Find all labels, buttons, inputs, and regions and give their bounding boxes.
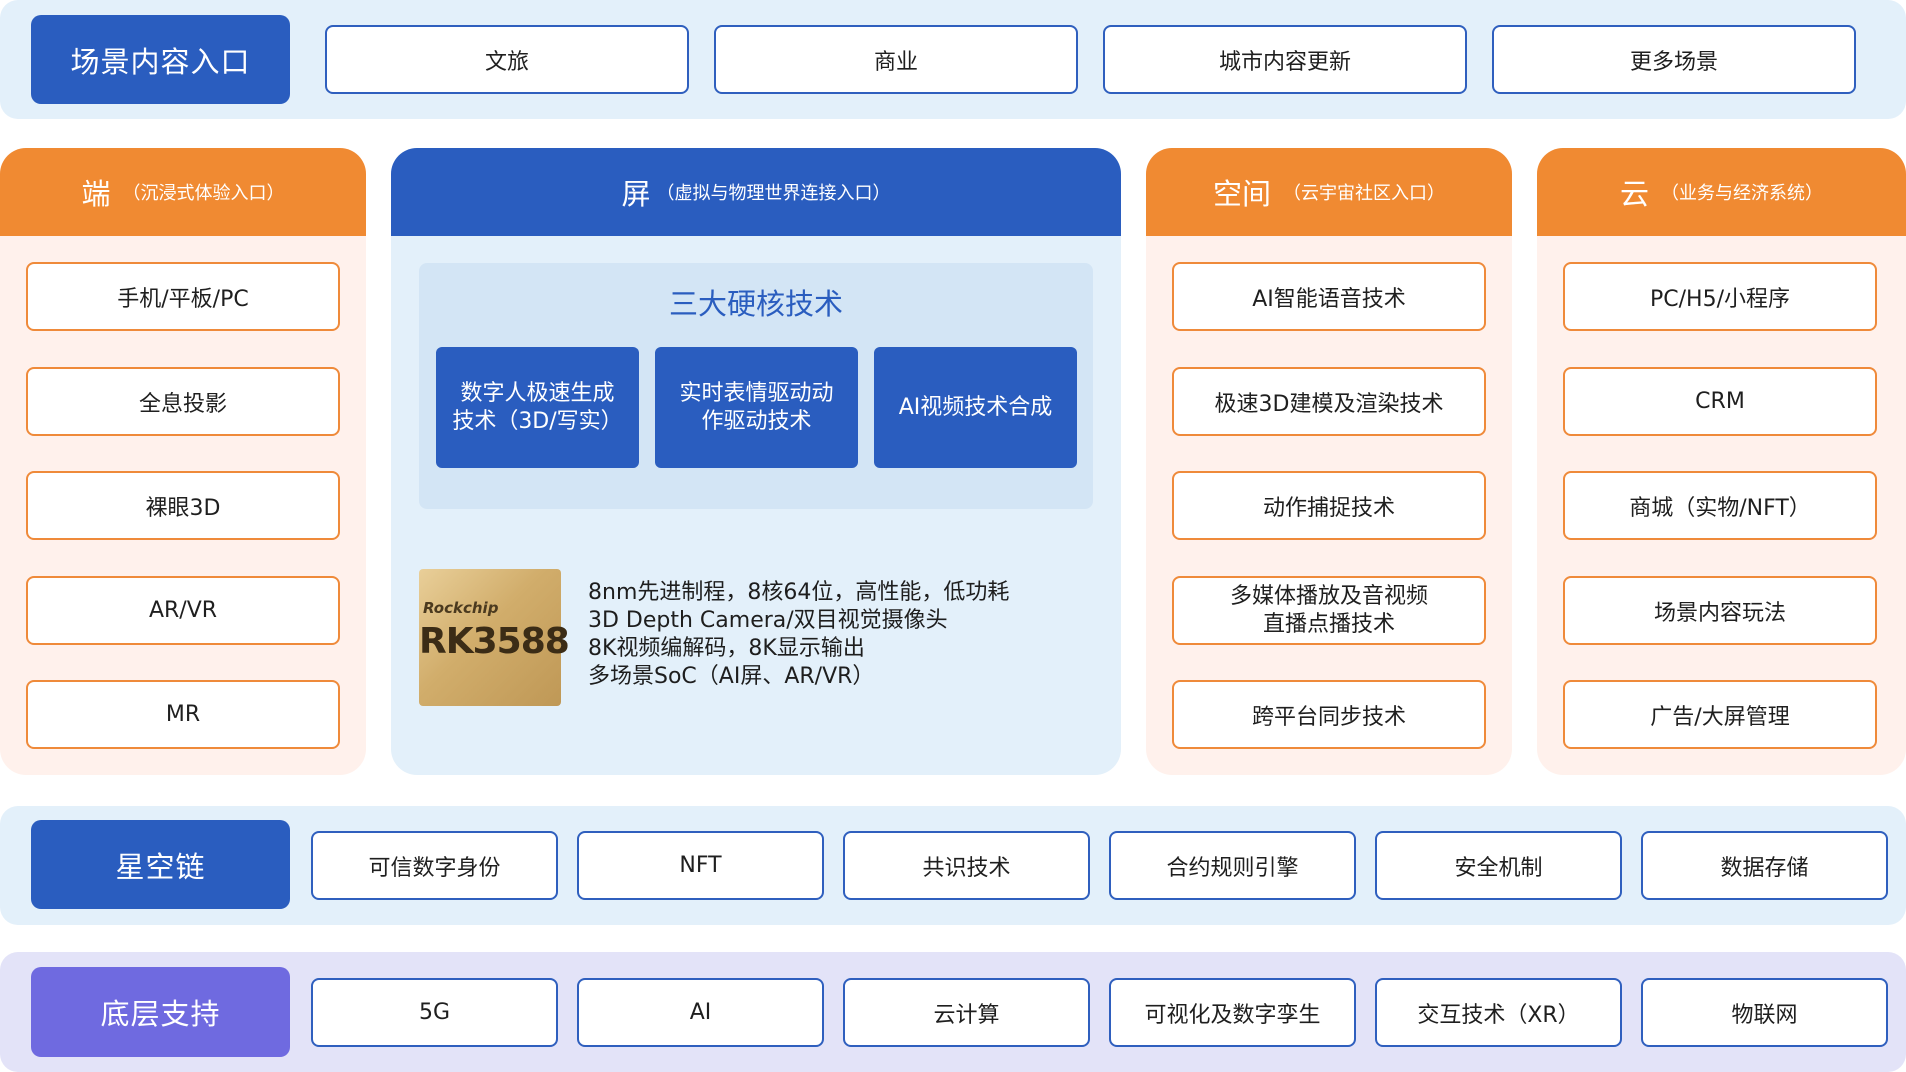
chain-label: 星空链: [31, 820, 290, 909]
chip-brand-logo: Rockchip: [423, 599, 499, 617]
tech-expression-driving-line2: 作驱动技术: [701, 408, 812, 434]
scene-item-wenlv[interactable]: 文旅: [325, 25, 689, 94]
base-item-ai[interactable]: AI: [577, 978, 824, 1047]
kongjian-item-multimedia[interactable]: 多媒体播放及音视频 直播点播技术: [1172, 576, 1486, 645]
tech-panel-title: 三大硬核技术: [668, 287, 843, 321]
base-item-cloud[interactable]: 云计算: [843, 978, 1090, 1047]
yun-item-ads-screen[interactable]: 广告/大屏管理: [1563, 680, 1877, 749]
scene-item-more[interactable]: 更多场景: [1492, 25, 1856, 94]
tech-expression-driving-line1: 实时表情驱动动: [679, 380, 834, 406]
scene-item-city-update[interactable]: 城市内容更新: [1103, 25, 1467, 94]
spec-line-soc: 多场景SoC（AI屏、AR/VR）: [588, 664, 875, 689]
duan-item-hologram[interactable]: 全息投影: [26, 367, 340, 436]
yun-item-pc-h5-miniprogram[interactable]: PC/H5/小程序: [1563, 262, 1877, 331]
tech-digital-human-line2: 技术（3D/写实）: [452, 408, 623, 434]
base-label: 底层支持: [31, 967, 290, 1057]
base-item-digital-twin[interactable]: 可视化及数字孪生: [1109, 978, 1356, 1047]
column-ping-title: 屏: [621, 177, 651, 211]
yun-item-mall[interactable]: 商城（实物/NFT）: [1563, 471, 1877, 540]
kongjian-item-multimedia-line2: 直播点播技术: [1262, 611, 1395, 637]
column-duan-title: 端: [81, 177, 111, 211]
duan-item-devices[interactable]: 手机/平板/PC: [26, 262, 340, 331]
duan-item-ar-vr[interactable]: AR/VR: [26, 576, 340, 645]
chain-item-consensus[interactable]: 共识技术: [843, 831, 1090, 900]
kongjian-item-cross-platform[interactable]: 跨平台同步技术: [1172, 680, 1486, 749]
base-item-iot[interactable]: 物联网: [1641, 978, 1888, 1047]
column-kongjian-subtitle: （云宇宙社区入口）: [1283, 183, 1445, 204]
column-ping-subtitle: （虚拟与物理世界连接入口）: [656, 183, 891, 204]
chain-item-security[interactable]: 安全机制: [1375, 831, 1622, 900]
base-item-xr[interactable]: 交互技术（XR）: [1375, 978, 1622, 1047]
chain-item-nft[interactable]: NFT: [577, 831, 824, 900]
column-duan-subtitle: （沉浸式体验入口）: [122, 183, 285, 204]
chain-item-identity[interactable]: 可信数字身份: [311, 831, 558, 900]
kongjian-item-ai-voice[interactable]: AI智能语音技术: [1172, 262, 1486, 331]
column-yun-subtitle: （业务与经济系统）: [1661, 183, 1823, 204]
duan-item-naked-eye-3d[interactable]: 裸眼3D: [26, 471, 340, 540]
chain-item-contract-engine[interactable]: 合约规则引擎: [1109, 831, 1356, 900]
column-yun-title: 云: [1619, 177, 1649, 211]
scene-label: 场景内容入口: [31, 15, 290, 104]
column-ping-header: 屏 （虚拟与物理世界连接入口）: [391, 148, 1121, 236]
chain-item-storage[interactable]: 数据存储: [1641, 831, 1888, 900]
spec-line-process: 8nm先进制程，8核64位，高性能，低功耗: [588, 580, 1010, 605]
tech-digital-human[interactable]: 数字人极速生成 技术（3D/写实）: [436, 347, 639, 468]
column-kongjian-header: 空间 （云宇宙社区入口）: [1146, 148, 1512, 236]
kongjian-item-motion-capture[interactable]: 动作捕捉技术: [1172, 471, 1486, 540]
yun-item-crm[interactable]: CRM: [1563, 367, 1877, 436]
tech-expression-driving[interactable]: 实时表情驱动动 作驱动技术: [655, 347, 858, 468]
column-kongjian-title: 空间: [1212, 177, 1271, 211]
column-duan-header: 端 （沉浸式体验入口）: [0, 148, 366, 236]
spec-line-codec: 8K视频编解码，8K显示输出: [588, 636, 865, 661]
spec-line-camera: 3D Depth Camera/双目视觉摄像头: [588, 608, 948, 633]
tech-ai-video-line1: AI视频技术合成: [898, 394, 1053, 420]
base-item-5g[interactable]: 5G: [311, 978, 558, 1047]
tech-ai-video[interactable]: AI视频技术合成: [874, 347, 1077, 468]
duan-item-mr[interactable]: MR: [26, 680, 340, 749]
rk3588-chip-image: Rockchip RK3588: [419, 569, 570, 706]
yun-item-scene-gameplay[interactable]: 场景内容玩法: [1563, 576, 1877, 645]
tech-digital-human-line1: 数字人极速生成: [460, 380, 615, 406]
kongjian-item-3d-modeling[interactable]: 极速3D建模及渲染技术: [1172, 367, 1486, 436]
chip-model: RK3588: [419, 621, 570, 662]
kongjian-item-multimedia-line1: 多媒体播放及音视频: [1229, 583, 1428, 609]
column-yun-header: 云 （业务与经济系统）: [1537, 148, 1906, 236]
scene-item-shangye[interactable]: 商业: [714, 25, 1078, 94]
